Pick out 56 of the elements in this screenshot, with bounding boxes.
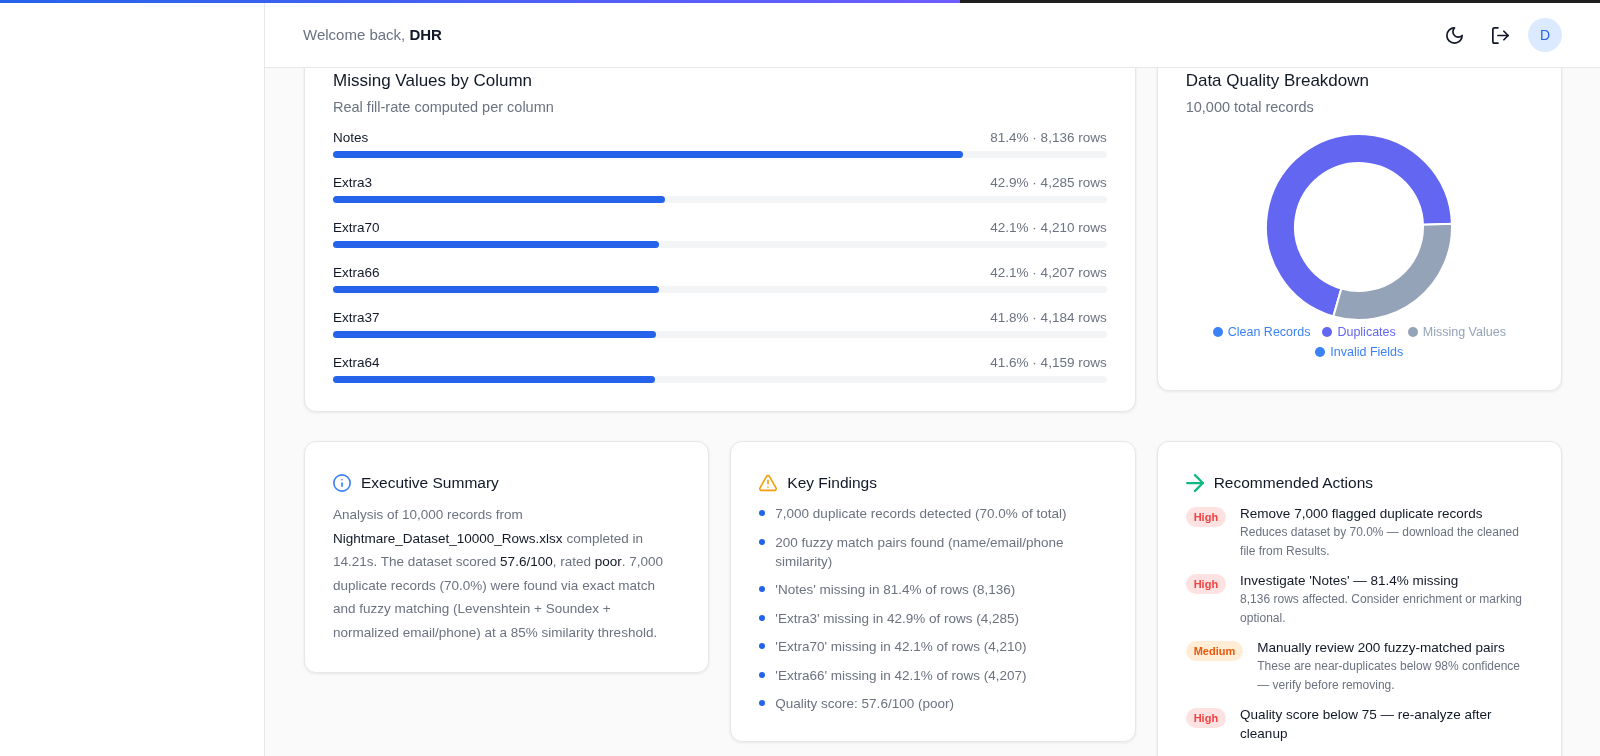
card-title: Recommended Actions: [1213, 473, 1374, 493]
action-title: Investigate 'Notes' — 81.4% missing: [1240, 572, 1460, 590]
finding-text: 7,000 duplicate records detected (70.0% of total): [775, 505, 1067, 523]
finding-text: 'Extra66' missing in 42.1% of rows (4,207): [775, 666, 1027, 685]
missing-reading: 42.9% · 4,285 rows: [990, 174, 1107, 192]
warning-icon: [759, 474, 778, 492]
finding-text: Quality score: 57.6/100 (poor): [775, 695, 954, 713]
missing-reading: 41.8% · 4,184 rows: [990, 309, 1107, 327]
priority-badge: High: [1185, 708, 1227, 728]
card-subtitle: Real fill-rate computed per column: [333, 98, 555, 117]
action-detail: These are near-duplicates below 98% confidence — verify before removing.: [1257, 658, 1522, 694]
finding-text: 'Extra3' missing in 42.9% of rows (4,285): [775, 609, 1020, 628]
bullet-icon: [759, 510, 766, 516]
card-title: Key Findings: [787, 473, 877, 493]
column-name: Extra64: [333, 354, 380, 372]
action-detail: 8,136 rows affected. Consider enrichment or marking optional.: [1240, 591, 1524, 627]
bullet-icon: [759, 538, 766, 545]
moon-icon: [1445, 26, 1463, 44]
legend-label: Duplicates: [1337, 324, 1396, 341]
card-subtitle: 10,000 total records: [1185, 98, 1315, 117]
column-name: Extra66: [333, 264, 380, 282]
summary-paragraph: Analysis of 10,000 records from Nightmare_Dataset_10000_Rows.xlsx completed in 14.21s. The dataset scored 57.6/100, rated poor. 7,000 duplicate records (70.0%) were found via exact match and fuzzy matching (Levenshtein + Soundex + normalized email/phone) at a 85% similarity threshold.: [333, 506, 665, 642]
logout-icon: [1491, 26, 1509, 44]
legend-label: Clean Records: [1227, 324, 1311, 341]
missing-reading: 42.1% · 4,210 rows: [990, 219, 1107, 237]
legend-label: Missing Values: [1422, 324, 1506, 341]
column-name: Extra37: [333, 309, 380, 327]
missing-reading: 42.1% · 4,207 rows: [990, 264, 1107, 282]
missing-reading: 41.6% · 4,159 rows: [990, 354, 1107, 372]
column-name: Notes: [333, 129, 369, 147]
arrow-right-icon: [1185, 474, 1204, 492]
action-title: Remove 7,000 flagged duplicate records: [1240, 505, 1484, 523]
action-detail: Reduces dataset by 70.0% — download the cleaned file from Results.: [1240, 524, 1520, 560]
priority-badge: High: [1185, 574, 1227, 594]
finding-text: 200 fuzzy match pairs found (name/email/phone similarity): [775, 533, 1065, 571]
info-icon: [333, 474, 351, 492]
finding-text: 'Extra70' missing in 42.1% of rows (4,210): [775, 638, 1027, 656]
welcome-text: Welcome back, DHR: [303, 24, 442, 45]
priority-badge: High: [1185, 507, 1227, 527]
bullet-icon: [759, 586, 766, 592]
column-name: Extra70: [333, 219, 380, 237]
card-title: Executive Summary: [361, 473, 499, 493]
card-title: Data Quality Breakdown: [1185, 70, 1370, 92]
bullet-icon: [759, 700, 766, 706]
action-title: Quality score below 75 — re-analyze after cleanup: [1240, 706, 1493, 743]
user-avatar[interactable]: D: [1528, 18, 1562, 52]
column-name: Extra3: [333, 174, 373, 192]
card-title: Missing Values by Column: [333, 70, 534, 92]
bullet-icon: [759, 614, 766, 621]
action-title: Manually review 200 fuzzy-matched pairs: [1257, 639, 1506, 657]
bullet-icon: [759, 671, 766, 678]
legend-label: Invalid Fields: [1330, 344, 1404, 361]
priority-badge: Medium: [1185, 641, 1244, 661]
finding-text: 'Notes' missing in 81.4% of rows (8,136): [775, 581, 1016, 599]
missing-reading: 81.4% · 8,136 rows: [990, 129, 1107, 147]
bullet-icon: [759, 643, 766, 649]
